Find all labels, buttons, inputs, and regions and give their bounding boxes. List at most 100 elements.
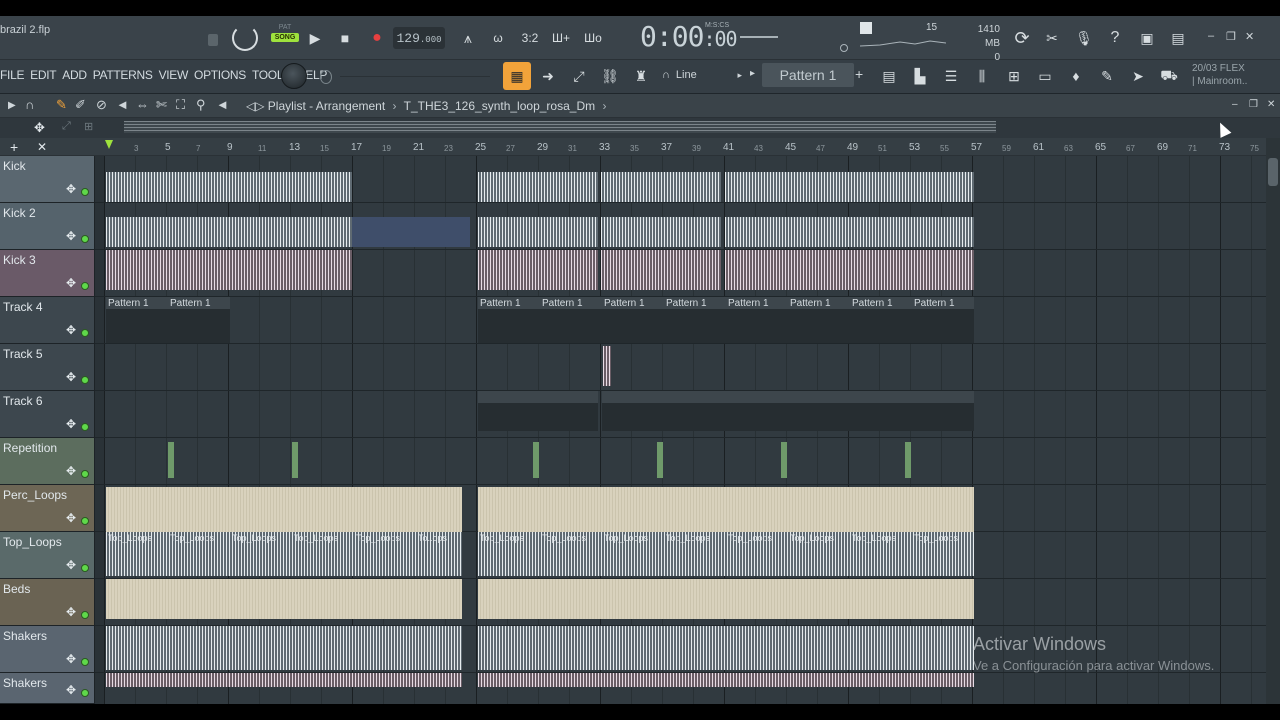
audio-clip[interactable]	[478, 217, 598, 247]
brush-icon[interactable]: ⤢	[567, 64, 591, 88]
selected-clip-name[interactable]: T_THE3_126_synth_loop_rosa_Dm	[404, 99, 595, 113]
loop-record-icon[interactable]: Шо	[581, 26, 605, 50]
audio-clip[interactable]	[478, 626, 974, 670]
audio-clip[interactable]	[725, 217, 974, 247]
grid-icon[interactable]: ⊞	[84, 120, 93, 133]
link-tool-icon[interactable]: ⤢	[62, 120, 71, 133]
project-icon[interactable]: ▭	[1033, 64, 1057, 88]
pattern-picker-icon[interactable]: ▦	[503, 62, 531, 90]
master-volume-knob[interactable]	[281, 63, 307, 89]
playhead-marker[interactable]	[105, 140, 113, 149]
overview-scroll-thumb[interactable]	[124, 121, 996, 133]
channel-rack-icon[interactable]: ☰	[939, 64, 963, 88]
move-handle-icon[interactable]: ✥	[66, 464, 76, 478]
metronome-icon[interactable]: ⩚	[456, 26, 480, 50]
wait-input-icon[interactable]: ω	[486, 26, 510, 50]
timeline-ruler[interactable]	[0, 138, 1280, 156]
audio-clip[interactable]	[106, 673, 462, 687]
repetition-clip[interactable]	[657, 442, 663, 478]
touch-icon[interactable]: ✎	[1095, 64, 1119, 88]
audio-clip[interactable]	[725, 250, 974, 290]
track-mute-led[interactable]	[81, 235, 89, 243]
track-mute-led[interactable]	[81, 658, 89, 666]
paint-tool-icon[interactable]: ✐	[75, 97, 86, 113]
play-button[interactable]: ▶	[303, 26, 327, 50]
audio-clip[interactable]	[106, 487, 462, 532]
track-mute-led[interactable]	[81, 423, 89, 431]
menu-edit[interactable]: EDIT	[30, 68, 56, 82]
audio-clip[interactable]	[601, 250, 721, 290]
move-handle-icon[interactable]: ✥	[66, 417, 76, 431]
plugin-icon[interactable]: ▤	[1166, 26, 1190, 50]
playback-tool-icon[interactable]: ◄	[216, 97, 229, 112]
track-header[interactable]: Perc_Loops ✥	[0, 485, 95, 532]
pattern-clip[interactable]	[478, 391, 598, 431]
pattern-prev-arrow[interactable]: ▸	[750, 68, 755, 79]
audio-clip[interactable]	[725, 172, 974, 202]
move-handle-icon[interactable]: ✥	[66, 229, 76, 243]
record-button[interactable]: ●	[365, 26, 389, 50]
playlist-minimize[interactable]: –	[1232, 99, 1238, 110]
audio-clip[interactable]	[106, 626, 462, 670]
track-mute-led[interactable]	[81, 329, 89, 337]
move-handle-icon[interactable]: ✥	[66, 683, 76, 697]
repetition-clip[interactable]	[781, 442, 787, 478]
cut-icon[interactable]: ✂	[1040, 26, 1064, 50]
move-tool-icon[interactable]: ✥	[34, 120, 45, 136]
vertical-scrollbar[interactable]	[1266, 138, 1280, 704]
zoom-tool-icon[interactable]: ⚲	[196, 97, 206, 113]
track-mute-led[interactable]	[81, 282, 89, 290]
master-pitch-icon[interactable]	[840, 44, 848, 52]
mixer-icon[interactable]: ⫼	[970, 64, 994, 88]
draw-tool-icon[interactable]: ✎	[56, 97, 67, 113]
delete-tool-icon[interactable]: ⊘	[96, 97, 107, 113]
plugin-picker-icon[interactable]: ♦	[1064, 64, 1088, 88]
track-mute-led[interactable]	[81, 188, 89, 196]
save-icon[interactable]: ▣	[1135, 26, 1159, 50]
track-mute-led[interactable]	[81, 689, 89, 697]
audio-clip[interactable]	[106, 172, 352, 202]
minimize-button[interactable]: –	[1208, 30, 1214, 42]
tempo-display[interactable]: 129.000	[393, 27, 445, 49]
repetition-clip[interactable]	[533, 442, 539, 478]
track-mute-led[interactable]	[81, 611, 89, 619]
move-handle-icon[interactable]: ✥	[66, 652, 76, 666]
refresh-icon[interactable]: ⟳	[1010, 26, 1034, 50]
slip-tool-icon[interactable]: ⇔	[136, 97, 149, 112]
help-icon[interactable]: ?	[1103, 26, 1127, 50]
audio-clip[interactable]	[106, 250, 352, 290]
pattern-selector[interactable]: Pattern 1	[762, 63, 854, 87]
audio-clip[interactable]	[478, 673, 974, 687]
pat-song-toggle[interactable]: PAT SONG	[271, 24, 299, 52]
restore-button[interactable]: ❐	[1226, 30, 1236, 43]
audio-clip[interactable]	[478, 579, 974, 619]
remove-track-icon[interactable]: ✕	[37, 140, 47, 154]
playlist-icon[interactable]: ▤	[877, 64, 901, 88]
move-handle-icon[interactable]: ✥	[66, 182, 76, 196]
audio-clip[interactable]	[478, 172, 598, 202]
close-button[interactable]: ✕	[1245, 30, 1254, 43]
menu-options[interactable]: OPTIONS	[194, 68, 246, 82]
add-track-icon[interactable]: +	[10, 139, 18, 155]
track-header[interactable]: Kick 3 ✥	[0, 250, 95, 297]
move-handle-icon[interactable]: ✥	[66, 511, 76, 525]
slice-tool-icon[interactable]: ✄	[156, 97, 167, 113]
track-header[interactable]: Shakers ✥	[0, 673, 95, 704]
audio-clip[interactable]	[601, 217, 721, 247]
menu-view[interactable]: VIEW	[159, 68, 189, 82]
lock-icon[interactable]	[208, 34, 218, 46]
microphone-icon[interactable]: 🎙	[1072, 26, 1096, 50]
countdown-icon[interactable]: 3:2	[518, 26, 542, 50]
stop-button[interactable]: ■	[333, 26, 357, 50]
track-mute-led[interactable]	[81, 470, 89, 478]
select-tool-icon[interactable]: ⛶	[176, 97, 185, 113]
add-pattern-button[interactable]: +	[855, 66, 863, 82]
magnet-snap-icon[interactable]: ∩	[25, 97, 34, 112]
snap-selector[interactable]: ∩ Line ▸	[662, 63, 742, 87]
step-edit-icon[interactable]: Ш+	[549, 26, 573, 50]
track-header[interactable]: Track 4 ✥	[0, 297, 95, 344]
arrow-right-icon[interactable]: ➜	[536, 64, 560, 88]
link-icon[interactable]: ⛓	[598, 64, 622, 88]
track-header[interactable]: Top_Loops ✥	[0, 532, 95, 579]
pattern-clip[interactable]	[602, 391, 974, 431]
